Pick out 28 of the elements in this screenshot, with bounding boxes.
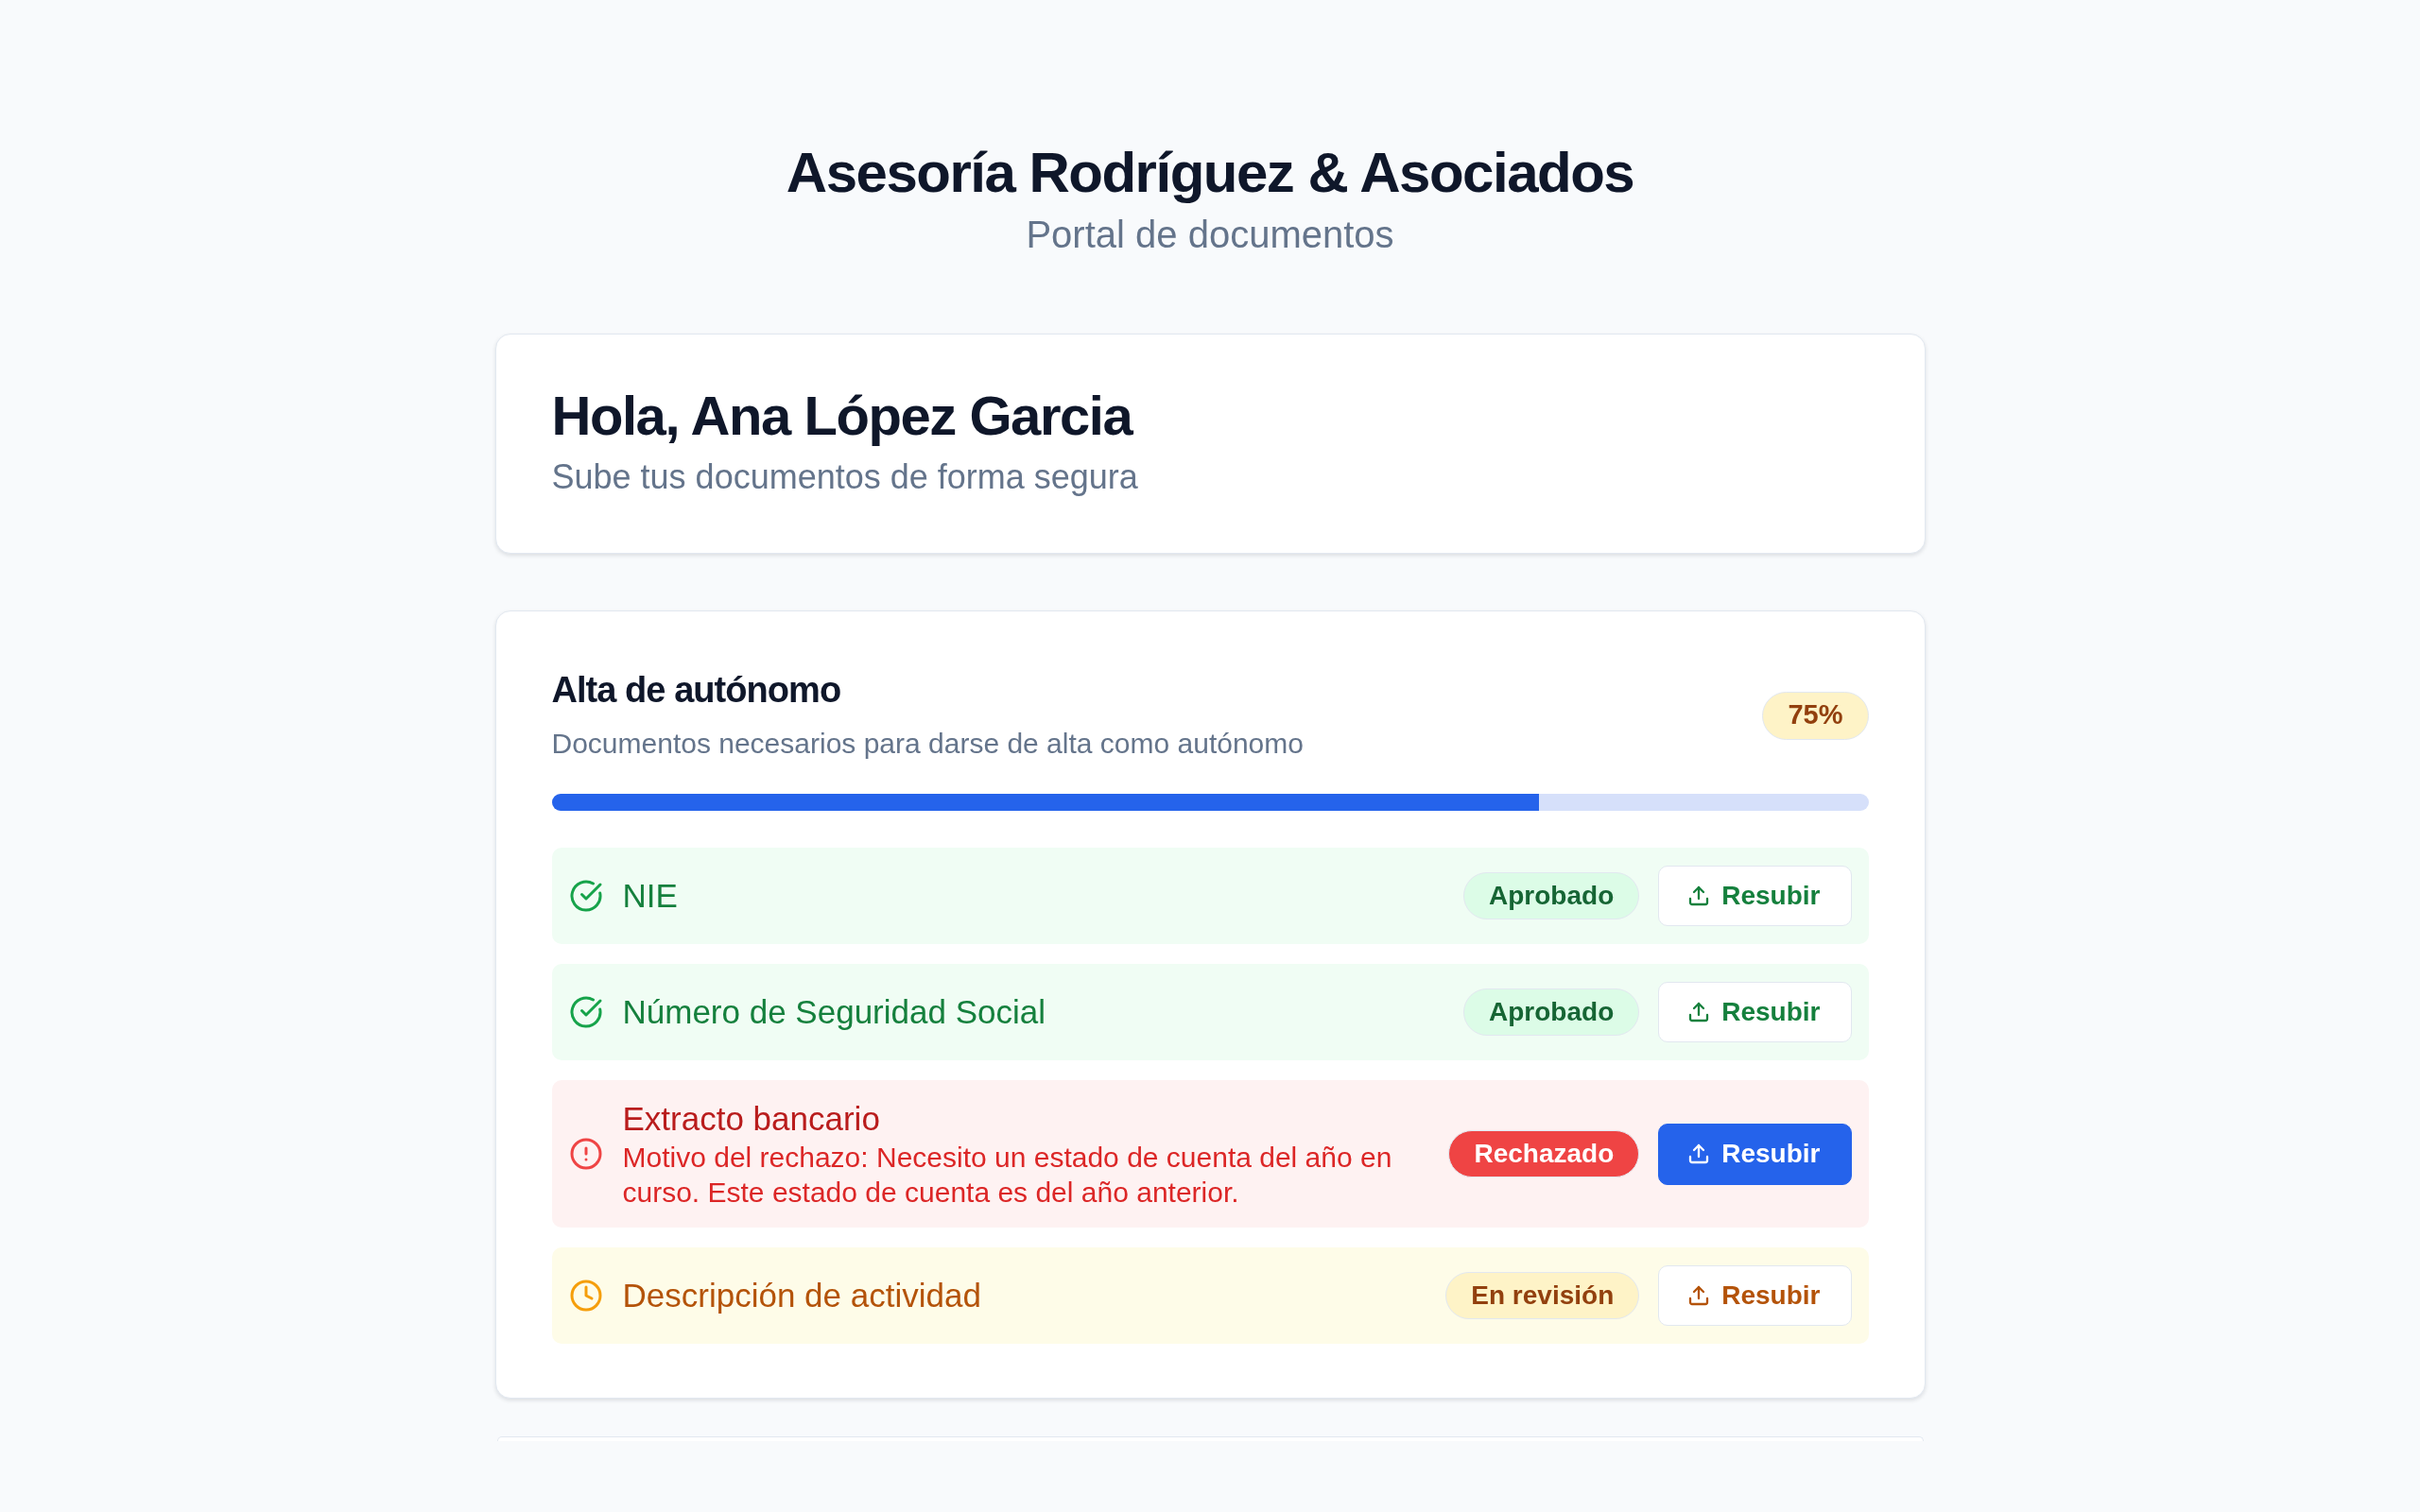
section-description: Documentos necesarios para darse de alta como autónomo bbox=[551, 727, 1304, 761]
status-badge: En revisión bbox=[1445, 1272, 1640, 1319]
check-circle-icon bbox=[568, 995, 603, 1029]
document-name: Número de Seguridad Social bbox=[622, 992, 1046, 1032]
upload-icon bbox=[1687, 1001, 1711, 1023]
alert-circle-icon bbox=[568, 1137, 603, 1171]
greeting-heading: Hola, Ana López Garcia bbox=[551, 384, 1134, 448]
resubir-button[interactable]: Resubir bbox=[1658, 1123, 1852, 1185]
status-badge: Aprobado bbox=[1463, 988, 1640, 1036]
status-badge: Aprobado bbox=[1463, 872, 1640, 919]
document-name: Descripción de actividad bbox=[622, 1276, 982, 1315]
status-badge: Rechazado bbox=[1448, 1130, 1640, 1177]
upload-icon bbox=[1687, 1284, 1711, 1307]
upload-icon bbox=[1687, 885, 1711, 907]
welcome-subtitle: Sube tus documentos de forma segura bbox=[551, 456, 1139, 498]
section-title: Alta de autónomo bbox=[551, 669, 842, 712]
header-subtitle: Portal de documentos bbox=[1026, 213, 1394, 257]
document-name: Extracto bancario bbox=[622, 1099, 881, 1139]
resubir-button[interactable]: Resubir bbox=[1658, 866, 1852, 926]
check-circle-icon bbox=[568, 879, 603, 913]
document-name: NIE bbox=[622, 876, 679, 916]
header-title: Asesoría Rodríguez & Asociados bbox=[786, 140, 1634, 206]
progress-badge: 75% bbox=[1762, 691, 1869, 740]
clock-icon bbox=[568, 1279, 603, 1313]
rejection-reason: Motivo del rechazo: Necesito un estado de cuenta del año en curso. Este estado de cuenta es del año anterior. bbox=[622, 1141, 1393, 1210]
resubir-button[interactable]: Resubir bbox=[1658, 1265, 1852, 1326]
resubir-button[interactable]: Resubir bbox=[1658, 982, 1852, 1042]
upload-icon bbox=[1687, 1143, 1711, 1165]
